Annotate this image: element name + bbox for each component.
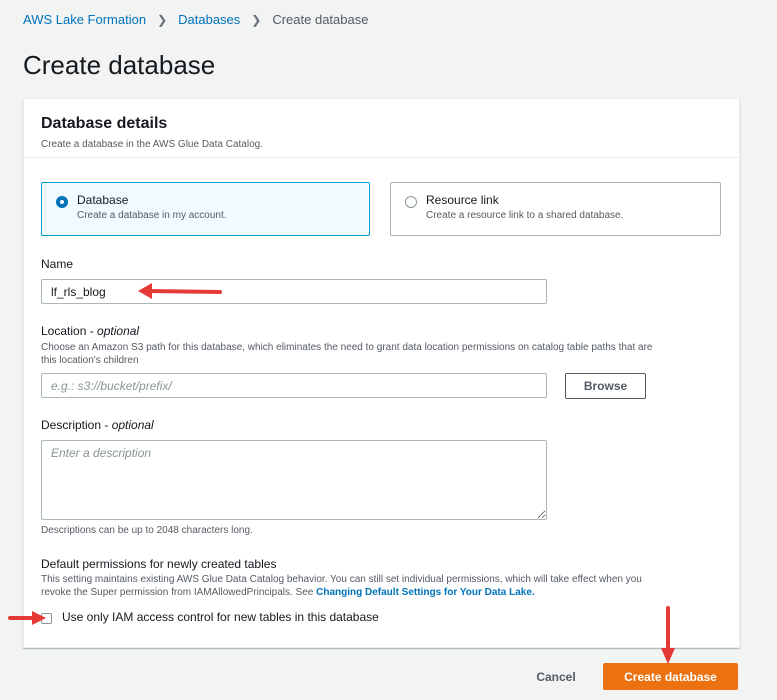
page-title: Create database [23,50,216,80]
chevron-right-icon: ❯ [157,12,168,27]
cancel-button[interactable]: Cancel [520,664,592,690]
breadcrumb-current: Create database [272,12,369,27]
description-textarea[interactable] [41,440,547,520]
default-permissions-desc-line2: revoke the Super permission from IAMAllo… [41,586,642,599]
resource-link-type-tile[interactable]: Resource link Create a resource link to … [390,182,721,236]
breadcrumb-databases[interactable]: Databases [178,12,240,27]
default-permissions-description: This setting maintains existing AWS Glue… [41,573,642,599]
resource-link-tile-description: Create a resource link to a shared datab… [426,210,624,221]
annotation-arrow-create-button [661,606,675,664]
name-label: Name [41,257,74,271]
database-tile-description: Create a database in my account. [77,210,227,221]
location-hint-line1: Choose an Amazon S3 path for this databa… [41,342,653,353]
breadcrumb: AWS Lake Formation ❯ Databases ❯ Create … [23,12,368,27]
panel-subtitle: Create a database in the AWS Glue Data C… [41,139,263,150]
chevron-right-icon: ❯ [251,12,262,27]
location-hint-line2: this location's children [41,355,139,366]
location-label-text: Location - [41,324,98,338]
default-permissions-title: Default permissions for newly created ta… [41,557,277,571]
browse-button[interactable]: Browse [565,373,646,399]
annotation-arrow-name [138,283,222,299]
location-hint: Choose an Amazon S3 path for this databa… [41,341,653,367]
default-permissions-desc-line1: This setting maintains existing AWS Glue… [41,574,642,585]
description-label-text: Description - [41,418,112,432]
location-optional-text: optional [97,324,140,338]
panel-title: Database details [41,115,168,132]
changing-default-settings-link[interactable]: Changing Default Settings for Your Data … [316,587,535,598]
name-input[interactable] [41,279,547,304]
description-label: Description - optional [41,418,154,432]
annotation-arrow-checkbox [8,611,46,625]
description-optional-text: optional [111,418,154,432]
resource-link-tile-label: Resource link [426,193,499,207]
description-hint: Descriptions can be up to 2048 character… [41,525,253,536]
database-type-tile[interactable]: Database Create a database in my account… [41,182,370,236]
database-tile-label: Database [77,193,129,207]
create-database-button[interactable]: Create database [603,663,738,690]
location-input[interactable] [41,373,547,398]
resource-link-radio[interactable] [405,196,417,208]
location-label: Location - optional [41,324,139,338]
database-radio[interactable] [56,196,68,208]
breadcrumb-lake-formation[interactable]: AWS Lake Formation [23,12,146,27]
default-permissions-desc-line2-text: revoke the Super permission from IAMAllo… [41,587,317,598]
database-details-panel: Database details Create a database in th… [23,98,740,648]
iam-access-control-label[interactable]: Use only IAM access control for new tabl… [62,610,379,624]
panel-header: Database details Create a database in th… [24,99,739,158]
